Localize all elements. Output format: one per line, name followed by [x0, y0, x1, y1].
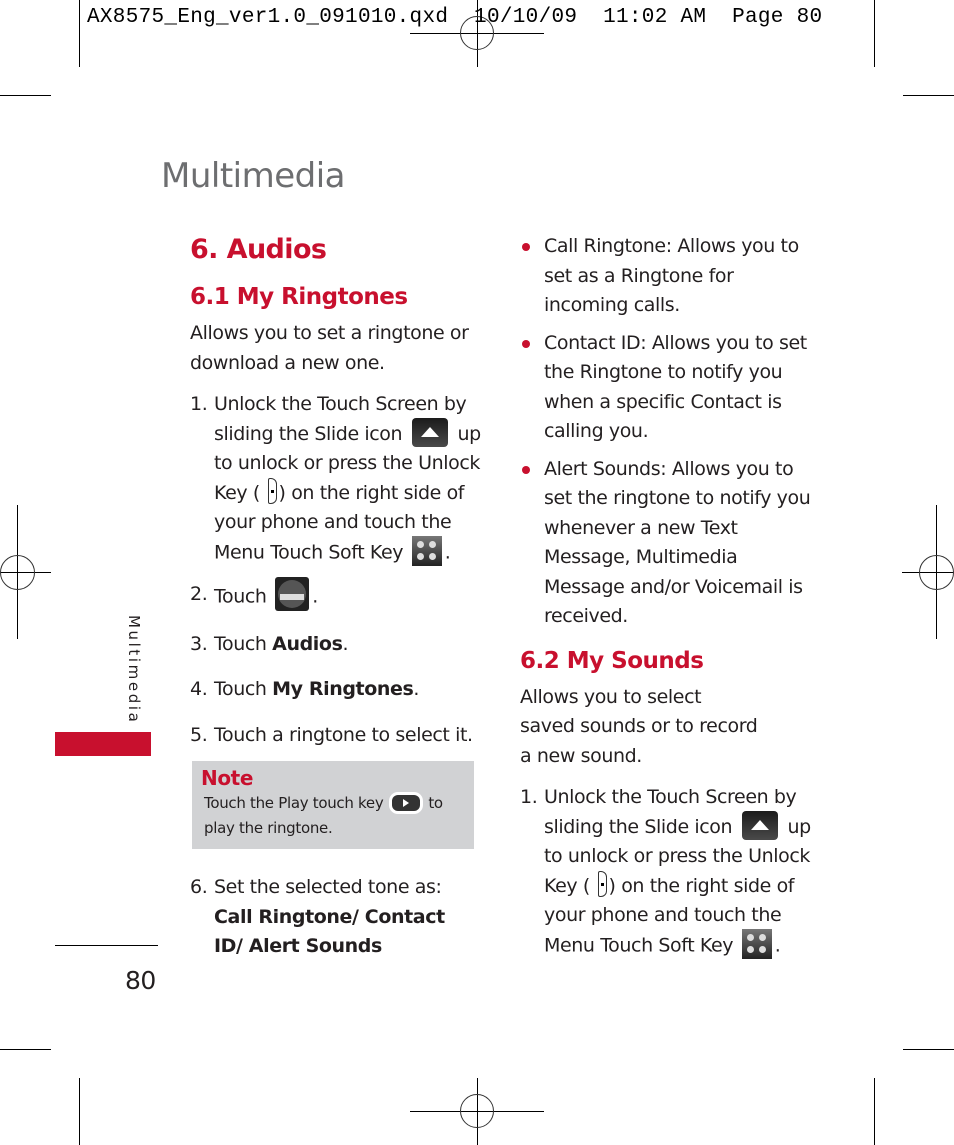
- side-tab-marker: [55, 732, 151, 756]
- menu-soft-key-icon: [411, 535, 442, 566]
- crop-mark: [903, 1049, 954, 1050]
- step-1: 1. Unlock the Touch Screen by sliding th…: [520, 783, 820, 961]
- step-text: Touch: [214, 678, 273, 700]
- step-number: 1.: [520, 786, 538, 808]
- right-column: Call Ringtone: Allows you to set as a Ri…: [520, 232, 820, 961]
- crop-mark: [0, 95, 51, 96]
- step-5: 5. Touch a ringtone to select it.: [190, 721, 490, 751]
- step-text: Touch: [214, 632, 273, 655]
- side-tab-text: Multimedia: [125, 615, 143, 725]
- step-number: 6.: [190, 876, 208, 898]
- menu-soft-key-icon: [741, 928, 772, 959]
- page-number: 80: [125, 966, 156, 995]
- bullet-text: Contact ID: Allows you to set the Ringto…: [544, 331, 807, 443]
- bullet-dot: [522, 465, 530, 474]
- step-text: .: [444, 541, 451, 563]
- note-text: Touch the Play touch key: [204, 794, 384, 812]
- step-text: .: [774, 934, 781, 956]
- step-text: .: [312, 585, 318, 607]
- registration-mark: [0, 555, 35, 590]
- print-slug: AX8575_Eng_ver1.0_091010.qxd 10/10/09 11…: [87, 6, 823, 29]
- registration-mark: [460, 1094, 494, 1128]
- crop-mark: [79, 1078, 80, 1145]
- note-body: Touch the Play touch key to play the rin…: [204, 791, 464, 841]
- crop-mark: [0, 1049, 51, 1050]
- step-text: Touch a ringtone to select it.: [214, 723, 473, 746]
- step-number: 2.: [190, 582, 208, 605]
- crop-mark: [874, 0, 875, 67]
- bullet-contact-id: Contact ID: Allows you to set the Ringto…: [520, 329, 820, 447]
- menu-item-my-ringtones: My Ringtones: [272, 678, 414, 700]
- bullet-call-ringtone: Call Ringtone: Allows you to set as a Ri…: [520, 232, 820, 321]
- subsection-title: 6.2 My Sounds: [520, 647, 704, 674]
- bullet-dot: [522, 339, 530, 348]
- unlock-key-icon: [597, 871, 607, 897]
- step-text: Touch: [214, 585, 267, 607]
- note-title: Note: [201, 766, 254, 790]
- slide-up-icon: [741, 810, 778, 840]
- step-4: 4. Touch My Ringtones.: [190, 675, 490, 705]
- menu-item-audios: Audios: [272, 632, 343, 655]
- step-number: 1.: [190, 393, 208, 415]
- crop-mark: [79, 0, 80, 67]
- subsection-title: 6.1 My Ringtones: [190, 284, 408, 310]
- registration-mark: [919, 555, 954, 590]
- intro-text: Allows you to select saved sounds or to …: [520, 685, 758, 767]
- multimedia-icon: [275, 576, 310, 611]
- left-column: 6. Audios 6.1 My Ringtones Allows you to…: [190, 232, 490, 962]
- step-text: .: [342, 632, 349, 655]
- step-text: .: [413, 678, 420, 700]
- step-3: 3. Touch Audios.: [190, 630, 490, 660]
- unlock-key-icon: [267, 478, 277, 504]
- step-1: 1. Unlock the Touch Screen by sliding th…: [190, 390, 490, 568]
- slide-up-icon: [411, 417, 448, 447]
- step-number: 5.: [190, 723, 208, 746]
- note-box: Note Touch the Play touch key to play th…: [192, 761, 474, 849]
- bullet-dot: [522, 243, 530, 251]
- tone-options: Call Ringtone/ Contact ID/ Alert Sounds: [214, 905, 445, 958]
- step-6: 6. Set the selected tone as: Call Ringto…: [190, 873, 490, 962]
- side-tab-label: Multimedia: [121, 615, 145, 725]
- page-number-rule: [55, 945, 158, 946]
- chapter-title: Multimedia: [161, 156, 346, 196]
- bullet-text: Call Ringtone: Allows you to set as a Ri…: [544, 235, 799, 316]
- step-text: Set the selected tone as:: [214, 876, 442, 898]
- crop-mark: [874, 1078, 875, 1145]
- step-2: 2. Touch .: [190, 576, 490, 614]
- section-title: 6. Audios: [190, 234, 327, 265]
- bullet-text: Alert Sounds: Allows you to set the ring…: [544, 457, 811, 628]
- bullet-alert-sounds: Alert Sounds: Allows you to set the ring…: [520, 455, 820, 632]
- play-key-icon: [391, 794, 420, 811]
- intro-text: Allows you to set a ringtone or download…: [190, 322, 469, 374]
- step-number: 4.: [190, 678, 208, 700]
- step-number: 3.: [190, 632, 208, 655]
- crop-mark: [903, 95, 954, 96]
